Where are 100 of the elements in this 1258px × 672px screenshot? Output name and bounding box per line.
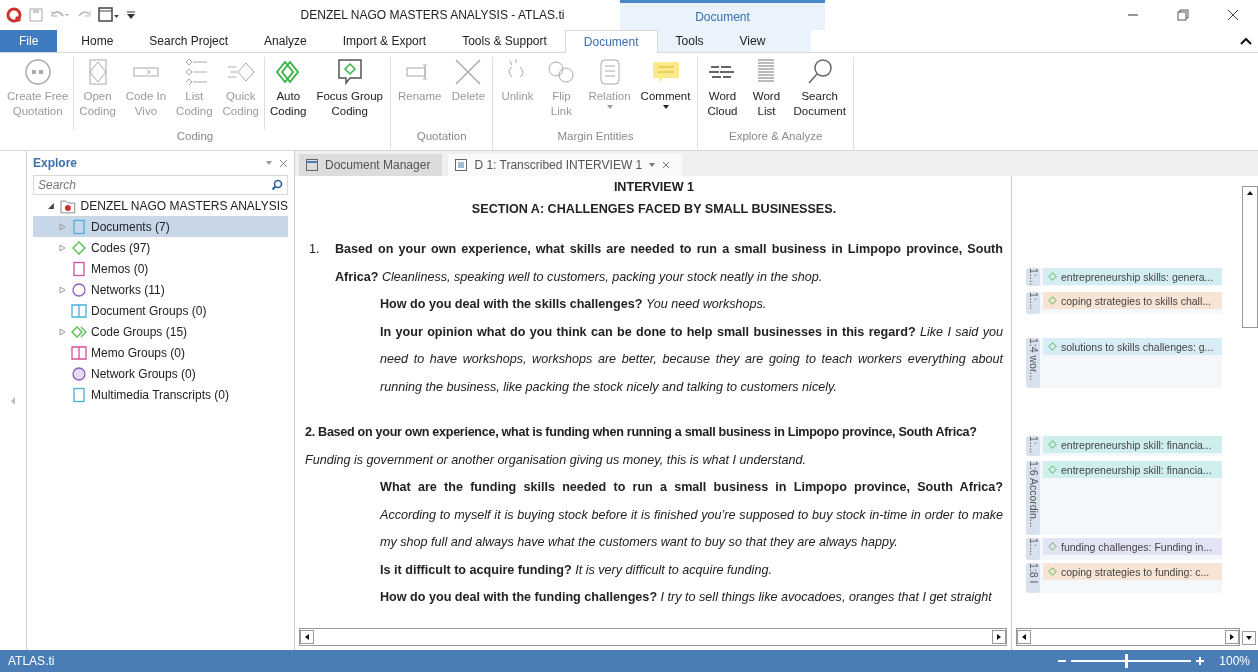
customize-caret-icon[interactable]: [126, 9, 136, 21]
question-paragraph: How do you deal with the funding challenges? I try to sell things like avocadoes, oranges that I get straight: [379, 589, 993, 606]
restore-icon[interactable]: [1177, 9, 1189, 21]
close-icon[interactable]: [1227, 9, 1239, 21]
ribbon-button[interactable]: Auto Coding: [265, 57, 312, 130]
ribbon-tab[interactable]: Tools & Support: [444, 30, 565, 52]
ribbon-button[interactable]: Word Cloud: [700, 57, 745, 130]
diamond-icon: [1048, 296, 1057, 305]
code-tag[interactable]: solutions to skills challenges: g...: [1043, 338, 1222, 355]
tree-node-icon: [71, 260, 87, 277]
expanded-triangle-icon[interactable]: [47, 201, 55, 210]
ribbon-tab[interactable]: Tools: [657, 30, 722, 52]
code-tag[interactable]: coping strategies to funding: c...: [1043, 563, 1222, 580]
scroll-right-icon[interactable]: [992, 630, 1006, 644]
tree-item[interactable]: Multimedia Transcripts (0): [33, 384, 288, 405]
ribbon-button[interactable]: Word List: [744, 57, 789, 130]
editor-tab[interactable]: Document Manager: [299, 154, 443, 176]
ribbon-button[interactable]: Focus Group Coding: [311, 57, 388, 130]
document-subheading: SECTION A: CHALLENGES FACED BY SMALL BUSINESSES.: [470, 201, 838, 218]
horizontal-scrollbar[interactable]: [1016, 628, 1240, 646]
editor-tab[interactable]: D 1: Transcribed INTERVIEW 1: [448, 154, 683, 176]
tree-item[interactable]: DENZEL NAGO MASTERS ANALYSIS: [80, 198, 288, 213]
tree-node-icon: [71, 218, 87, 235]
diamond-icon: [1048, 567, 1057, 576]
ribbon-tab[interactable]: Home: [63, 30, 132, 52]
slider-thumb[interactable]: [1125, 654, 1129, 668]
ribbon-tab[interactable]: Import & Export: [324, 30, 445, 52]
tree-item[interactable]: Documents (7): [33, 216, 288, 237]
ribbon-button[interactable]: Search Document: [788, 57, 851, 130]
tree-node-icon: [71, 386, 87, 403]
diamond-icon: [1048, 465, 1057, 474]
zoom-in-icon[interactable]: [1195, 656, 1206, 666]
ribbon-group-label: Margin Entities: [556, 130, 635, 144]
code-tag[interactable]: coping strategies to skills chall...: [1043, 292, 1222, 309]
ribbon-group-label: Quotation: [415, 130, 468, 144]
collapse-ribbon-icon[interactable]: [1240, 36, 1252, 46]
tree-item[interactable]: Memos (0): [33, 258, 288, 279]
window-icon: [305, 158, 319, 172]
question-paragraph: Is it difficult to acquire funding? It is very difficult to acquire funding.: [379, 561, 773, 579]
scroll-left-icon[interactable]: [300, 630, 314, 644]
code-tag[interactable]: entrepreneurship skills: genera...: [1043, 268, 1222, 285]
tree-item[interactable]: Networks (11): [33, 279, 288, 300]
window-title: DENZEL NAGO MASTERS ANALYSIS - ATLAS.ti: [299, 8, 566, 22]
tree-item[interactable]: Memo Groups (0): [33, 342, 288, 363]
logo-icon: [6, 7, 22, 23]
scroll-down-icon[interactable]: [1242, 631, 1256, 645]
list-number: 1.: [308, 241, 321, 258]
window-layout-icon[interactable]: [98, 7, 120, 23]
diamond-icon: [1048, 272, 1057, 281]
scroll-right-icon[interactable]: [1225, 630, 1239, 644]
caret-icon[interactable]: [648, 162, 657, 168]
project-icon: [58, 197, 77, 214]
status-app-name: ATLAS.ti: [8, 654, 55, 668]
code-tag[interactable]: entrepreneurship skill: financia...: [1043, 436, 1222, 453]
question-paragraph: How do you deal with the skills challenges? You need workshops.: [379, 296, 768, 313]
tree-node-icon: [71, 344, 87, 361]
scroll-left-icon[interactable]: [1017, 630, 1031, 644]
contextual-tab-header: Document: [620, 0, 825, 30]
ribbon-tab[interactable]: Analyze: [246, 30, 325, 52]
collapsed-triangle-icon[interactable]: [59, 285, 66, 294]
vertical-scrollbar[interactable]: [1242, 186, 1258, 328]
collapsed-triangle-icon[interactable]: [59, 243, 66, 252]
tree-node-icon: [71, 302, 87, 319]
ribbon-tab[interactable]: Search Project: [131, 30, 247, 52]
close-icon[interactable]: [662, 161, 671, 169]
caret-icon: [605, 104, 614, 110]
tree-item[interactable]: Document Groups (0): [33, 300, 288, 321]
ribbon-tab[interactable]: View: [721, 30, 812, 52]
tree-item[interactable]: Code Groups (15): [33, 321, 288, 342]
tree-item[interactable]: Network Groups (0): [33, 363, 288, 384]
quotation-label[interactable]: 1:...: [1026, 436, 1040, 456]
search-field[interactable]: Search: [33, 175, 288, 195]
horizontal-scrollbar[interactable]: [299, 628, 1007, 646]
collapsed-triangle-icon[interactable]: [59, 327, 66, 336]
ribbon-group-label: Explore & Analyze: [728, 130, 824, 144]
quotation-label[interactable]: 1:8 I: [1026, 563, 1040, 593]
code-tag[interactable]: funding challenges: Funding in...: [1043, 538, 1222, 555]
ribbon-group-label: Coding: [175, 130, 215, 144]
question-paragraph: Based on your own experience, what skills are needed to run a small business in Limpopo province, South Africa? Cleanliness, speaking well to customers, packing your stock neatly in the shop.: [335, 241, 1003, 286]
quotation-label[interactable]: 1:4 wor...: [1026, 338, 1040, 388]
quotation-label[interactable]: 1:...: [1026, 268, 1040, 286]
caret-icon: [661, 104, 670, 110]
tree-node-icon: [71, 281, 87, 298]
ribbon-tab[interactable]: File: [0, 30, 58, 52]
ribbon-button[interactable]: Comment: [635, 57, 696, 130]
question-paragraph: In your opinion what do you think can be done to help small businesses in this regard? Like I said you need to have workshops, workshops are better, because they are going to teach workers everything about running the business, like packing the stock nicely and talking to customers nicely.: [379, 323, 1003, 396]
search-icon[interactable]: [271, 179, 283, 191]
diamond-icon: [1048, 342, 1057, 351]
dropdown-caret-icon[interactable]: [265, 160, 273, 166]
question-paragraph: 2. Based on your own experience, what is funding when running a small business in Limpopo province, South Africa?: [305, 424, 978, 441]
code-tag[interactable]: entrepreneurship skill: financia...: [1043, 461, 1222, 478]
tree-node-icon: [71, 365, 87, 382]
quotation-label[interactable]: 1:...: [1026, 538, 1040, 560]
quotation-label[interactable]: 1:6 Accordin...: [1026, 461, 1040, 535]
question-paragraph: What are the funding skills needed to run a small business in Limpopo province, South Africa? According to myself it is buying stock before it is finished you’re supposed to buy stock in-time in order to make my shop full and always have what the customers want to buy so that they are always happy.: [378, 479, 1003, 551]
diamond-icon: [1048, 440, 1057, 449]
quotation-label[interactable]: 1:...: [1026, 292, 1040, 314]
panel-title: Explore: [33, 156, 77, 170]
ribbon-tab[interactable]: Document: [564, 30, 658, 53]
tree-item[interactable]: Codes (97): [33, 237, 288, 258]
